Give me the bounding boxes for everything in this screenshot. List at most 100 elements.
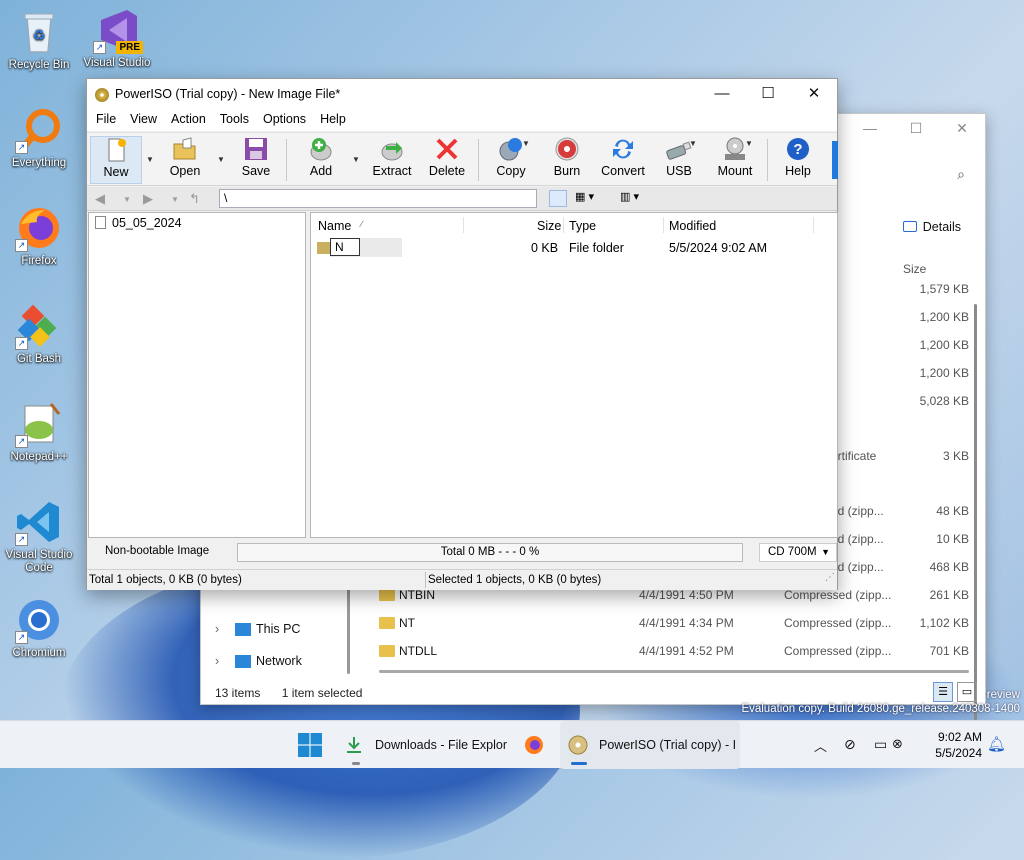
- column-divider[interactable]: [563, 217, 564, 233]
- chevron-up-icon[interactable]: ︿: [814, 736, 827, 755]
- desktop-icon-notepad-plus-plus[interactable]: ↗ Notepad++: [0, 400, 78, 464]
- add-label: Add: [309, 164, 333, 178]
- clock[interactable]: 9:02 AM 5/5/2024: [935, 729, 982, 761]
- file-type: Compressed (zipp...: [784, 588, 892, 602]
- nav-item-this-pc[interactable]: › This PC: [201, 622, 351, 642]
- search-icon[interactable]: ⌕: [957, 166, 965, 183]
- network-status-icon[interactable]: ⊘: [844, 736, 856, 753]
- address-bar: ◀ ▼ ▶ ▼ ↰ \ ▦ ▾ ▥ ▾: [87, 187, 837, 211]
- add-button[interactable]: Add: [305, 136, 337, 184]
- details-pane-icon: [902, 221, 917, 232]
- extract-label: Extract: [372, 164, 412, 178]
- desktop-icon-chromium[interactable]: ↗ Chromium: [0, 596, 78, 660]
- horizontal-scrollbar[interactable]: [379, 670, 969, 673]
- running-indicator: [352, 762, 360, 765]
- nav-pane-divider[interactable]: [347, 584, 350, 674]
- save-button[interactable]: Save: [237, 136, 275, 184]
- menu-tools[interactable]: Tools: [213, 109, 256, 131]
- extract-button[interactable]: Extract: [369, 136, 415, 184]
- file-list[interactable]: Name ∕ Size Type Modified N 0 KB File fo…: [310, 212, 838, 538]
- desktop-icon-visual-studio[interactable]: PRE ↗ Visual Studio: [78, 6, 156, 70]
- maximize-icon[interactable]: ☐: [745, 79, 791, 109]
- rename-field-area: N: [330, 238, 402, 257]
- title-bar[interactable]: PowerISO (Trial copy) - New Image File* …: [87, 79, 837, 109]
- usb-dropdown-arrow-icon[interactable]: ▼: [689, 139, 697, 148]
- copy-dropdown-arrow-icon[interactable]: ▼: [522, 139, 530, 148]
- column-divider[interactable]: [813, 217, 814, 233]
- taskbar-firefox[interactable]: [520, 721, 550, 769]
- menu-options[interactable]: Options: [256, 109, 313, 131]
- desktop-icon-git-bash[interactable]: ↗ Git Bash: [0, 302, 78, 366]
- desktop-icon-recycle-bin[interactable]: ♻ Recycle Bin: [0, 8, 78, 72]
- start-button[interactable]: [296, 721, 326, 769]
- toolbar: New ▼ Open ▼ Save Add ▼ Extract Delete C: [87, 132, 838, 186]
- taskbar-downloads-explorer[interactable]: Downloads - File Explor: [340, 721, 510, 769]
- chevron-down-icon: ▼: [821, 547, 830, 557]
- column-divider[interactable]: [463, 217, 464, 233]
- close-icon[interactable]: ✕: [939, 114, 985, 144]
- capacity-bar: Total 0 MB - - - 0 %: [237, 543, 743, 562]
- chevron-right-icon[interactable]: ›: [215, 622, 219, 636]
- desktop-icon-everything[interactable]: ↗ Everything: [0, 106, 78, 170]
- file-row[interactable]: N 0 KB File folder 5/5/2024 9:02 AM: [311, 238, 837, 258]
- layout-view-icon[interactable]: ▥ ▾: [620, 190, 639, 208]
- rename-input[interactable]: N: [330, 238, 360, 256]
- minimize-icon[interactable]: —: [847, 114, 893, 144]
- back-dropdown-icon[interactable]: ▼: [123, 195, 131, 204]
- status-total: Total 1 objects, 0 KB (0 bytes): [89, 574, 242, 586]
- file-row[interactable]: NTBIN 4/4/1991 4:50 PM Compressed (zipp.…: [201, 588, 987, 616]
- up-folder-icon[interactable]: ↰: [189, 191, 200, 207]
- add-dropdown-arrow-icon[interactable]: ▼: [352, 155, 360, 164]
- firefox-icon: [525, 736, 543, 754]
- menu-action[interactable]: Action: [164, 109, 213, 131]
- open-dropdown-arrow-icon[interactable]: ▼: [217, 155, 225, 164]
- list-view-icon[interactable]: ▦ ▾: [575, 190, 594, 208]
- file-type: ed (zipp...: [831, 560, 884, 574]
- mount-dropdown-arrow-icon[interactable]: ▼: [745, 139, 753, 148]
- close-icon[interactable]: ✕: [791, 79, 837, 109]
- forward-icon[interactable]: ▶: [143, 191, 153, 207]
- delete-button[interactable]: Delete: [427, 136, 467, 184]
- menu-file[interactable]: File: [89, 109, 123, 131]
- column-header-size[interactable]: Size: [903, 262, 926, 276]
- column-divider[interactable]: [663, 217, 664, 233]
- chevron-right-icon[interactable]: ›: [215, 654, 219, 668]
- details-pane-button[interactable]: Details: [902, 220, 961, 234]
- menu-help[interactable]: Help: [313, 109, 353, 131]
- poweriso-window[interactable]: PowerISO (Trial copy) - New Image File* …: [86, 78, 838, 590]
- convert-button[interactable]: Convert: [597, 136, 649, 184]
- notification-bell-icon[interactable]: 🔔︎: [987, 735, 1006, 753]
- new-button[interactable]: New: [90, 136, 142, 184]
- save-label: Save: [241, 164, 271, 178]
- taskbar-poweriso[interactable]: PowerISO (Trial copy) - I: [560, 721, 740, 769]
- file-date: 4/4/1991 4:34 PM: [639, 616, 734, 630]
- volume-muted-icon[interactable]: ⊗: [892, 736, 903, 752]
- desktop-icon-vscode[interactable]: ↗ Visual Studio Code: [0, 498, 78, 575]
- folder-tree[interactable]: 05_05_2024: [88, 212, 306, 538]
- desktop-icon-firefox[interactable]: ↗ Firefox: [0, 204, 78, 268]
- help-button[interactable]: ? Help: [781, 136, 815, 184]
- menu-view[interactable]: View: [123, 109, 164, 131]
- open-folder-icon: [171, 136, 199, 162]
- burn-button[interactable]: Burn: [549, 136, 585, 184]
- column-header-modified[interactable]: Modified: [669, 219, 716, 233]
- display-icon[interactable]: ▭: [874, 736, 887, 753]
- open-button[interactable]: Open: [165, 136, 205, 184]
- new-dropdown-arrow-icon[interactable]: ▼: [146, 155, 154, 164]
- back-icon[interactable]: ◀: [95, 191, 105, 207]
- forward-dropdown-icon[interactable]: ▼: [171, 195, 179, 204]
- tree-root-node[interactable]: 05_05_2024: [95, 216, 182, 230]
- maximize-icon[interactable]: ☐: [893, 114, 939, 144]
- folder-view-icon[interactable]: [549, 190, 567, 207]
- zip-folder-icon: [379, 589, 395, 601]
- convert-arrows-icon: [609, 136, 637, 162]
- minimize-icon[interactable]: —: [699, 79, 745, 109]
- column-header-type[interactable]: Type: [569, 219, 596, 233]
- column-header-size[interactable]: Size: [537, 219, 561, 233]
- nav-item-network[interactable]: › Network: [201, 654, 351, 674]
- active-indicator: [571, 762, 587, 765]
- resize-grip-icon[interactable]: ⋰: [825, 572, 835, 583]
- column-header-name[interactable]: Name: [318, 219, 351, 233]
- path-input[interactable]: \: [219, 189, 537, 208]
- media-size-select[interactable]: CD 700M ▼: [759, 543, 837, 562]
